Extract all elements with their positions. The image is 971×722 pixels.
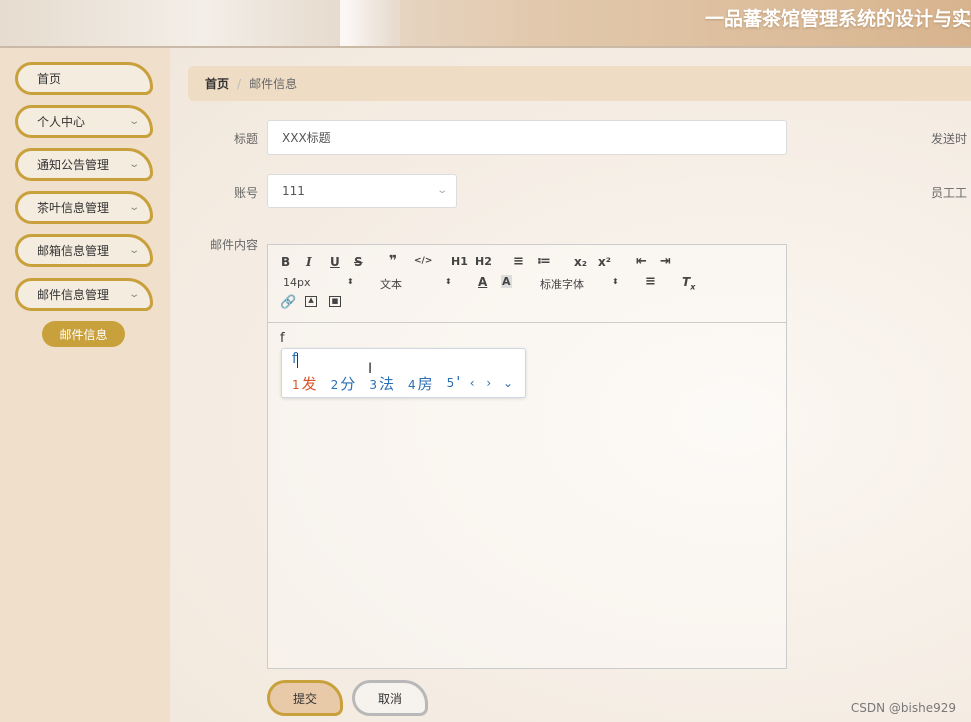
sidebar-item-label: 个人中心 xyxy=(37,115,86,129)
watermark: CSDN @bishe929 xyxy=(850,701,956,715)
chevron-down-icon: ⌄ xyxy=(127,289,140,300)
sidebar-item-mail-management[interactable]: 邮件信息管理 ⌄ xyxy=(15,278,153,311)
bullet-list-icon[interactable]: ≔ xyxy=(537,254,551,269)
account-select-value: 111 xyxy=(282,184,305,198)
sidebar-item-label: 首页 xyxy=(37,72,62,86)
font-family-select[interactable]: 标准字体 ⬍ xyxy=(540,276,625,292)
sidebar-item-label: 茶叶信息管理 xyxy=(37,201,110,215)
chevron-down-icon: ⌄ xyxy=(127,202,140,213)
subscript-icon[interactable]: x₂ xyxy=(574,255,587,269)
background-color-icon[interactable]: A xyxy=(501,275,512,288)
font-color-icon[interactable]: A xyxy=(478,275,487,289)
sidebar-item-label: 邮件信息管理 xyxy=(37,288,110,302)
heading1-icon[interactable]: H1 xyxy=(451,255,468,268)
main-content: 首页 / 邮件信息 标题 XXX标题 发送时 账号 111 ⌄ 员工工 邮件内容… xyxy=(170,48,971,722)
image-icon[interactable]: ▴ xyxy=(305,294,317,307)
indent-icon[interactable]: ⇥ xyxy=(660,254,671,269)
sidebar-item-label: 通知公告管理 xyxy=(37,158,110,172)
select-arrows-icon: ⬍ xyxy=(612,277,619,286)
link-icon[interactable]: 🔗 xyxy=(280,295,296,310)
send-time-label: 发送时 xyxy=(931,132,968,146)
header-image-highlight xyxy=(340,0,400,46)
sidebar-item-label: 邮箱信息管理 xyxy=(37,244,110,258)
ime-candidates: 1发 2分 3法 4房 5 ' xyxy=(292,373,474,394)
text-style-value: 文本 xyxy=(380,278,402,291)
italic-icon[interactable]: I xyxy=(306,255,312,269)
align-icon[interactable]: ≡ xyxy=(645,274,656,289)
breadcrumb-home[interactable]: 首页 xyxy=(205,75,229,92)
chevron-down-icon: ⌄ xyxy=(127,116,140,127)
font-family-value: 标准字体 xyxy=(540,278,584,291)
sidebar-item-home[interactable]: 首页 xyxy=(15,62,153,95)
breadcrumb-current: 邮件信息 xyxy=(249,77,298,91)
chevron-down-icon: ⌄ xyxy=(127,245,140,256)
ime-caret xyxy=(297,353,298,368)
ime-candidate[interactable]: 3法 xyxy=(369,373,394,394)
breadcrumb-separator: / xyxy=(237,76,242,91)
text-style-select[interactable]: 文本 ⬍ xyxy=(380,276,455,292)
ime-candidate-popup: f 1发 2分 3法 4房 5 ' ‹ › ⌄ xyxy=(281,348,526,398)
header-image xyxy=(0,0,340,46)
content-label: 邮件内容 xyxy=(209,238,258,252)
code-icon[interactable]: </> xyxy=(414,256,432,266)
sidebar-subitem-mail-info[interactable]: 邮件信息 xyxy=(42,321,125,347)
font-size-select[interactable]: 14px ⬍ xyxy=(283,276,358,289)
underline-icon[interactable]: U xyxy=(330,255,340,269)
editor-toolbar: B I U S ❞ </> H1 H2 ≡ ≔ x₂ x² ⇤ ⇥ 14px ⬍… xyxy=(268,245,786,323)
clear-format-icon[interactable]: Tx xyxy=(682,275,695,291)
chevron-down-icon: ⌄ xyxy=(435,185,448,196)
strike-icon[interactable]: S xyxy=(354,255,363,269)
chevron-down-icon: ⌄ xyxy=(127,159,140,170)
cancel-button[interactable]: 取消 xyxy=(352,680,428,716)
text-cursor-icon: I xyxy=(368,361,373,377)
ime-candidate[interactable]: 5 ' xyxy=(447,373,461,394)
heading2-icon[interactable]: H2 xyxy=(475,255,492,268)
blockquote-icon[interactable]: ❞ xyxy=(389,253,397,269)
title-label: 标题 xyxy=(233,132,258,146)
rich-text-editor: B I U S ❞ </> H1 H2 ≡ ≔ x₂ x² ⇤ ⇥ 14px ⬍… xyxy=(267,244,787,669)
breadcrumb: 首页 / 邮件信息 xyxy=(188,66,971,101)
account-label: 账号 xyxy=(233,186,258,200)
header-banner: 一品蕃茶馆管理系统的设计与实 xyxy=(0,0,971,48)
account-select[interactable]: 111 ⌄ xyxy=(267,174,457,208)
font-size-value: 14px xyxy=(283,276,311,289)
ime-candidate[interactable]: 2分 xyxy=(331,373,356,394)
sidebar-item-mailbox-management[interactable]: 邮箱信息管理 ⌄ xyxy=(15,234,153,267)
app-title: 一品蕃茶馆管理系统的设计与实 xyxy=(704,8,971,30)
ime-candidate[interactable]: 1发 xyxy=(292,373,317,394)
select-arrows-icon: ⬍ xyxy=(445,277,452,286)
sidebar-item-notice-management[interactable]: 通知公告管理 ⌄ xyxy=(15,148,153,181)
video-icon[interactable]: ▪ xyxy=(329,295,341,307)
employee-label: 员工工 xyxy=(931,186,968,200)
ime-candidate[interactable]: 4房 xyxy=(408,373,433,394)
outdent-icon[interactable]: ⇤ xyxy=(636,254,647,269)
ordered-list-icon[interactable]: ≡ xyxy=(513,254,524,269)
sidebar-item-tea-management[interactable]: 茶叶信息管理 ⌄ xyxy=(15,191,153,224)
sidebar-item-personal-center[interactable]: 个人中心 ⌄ xyxy=(15,105,153,138)
editor-typed-text: f xyxy=(280,331,285,346)
sidebar: 首页 个人中心 ⌄ 通知公告管理 ⌄ 茶叶信息管理 ⌄ 邮箱信息管理 ⌄ 邮件信… xyxy=(0,48,170,722)
ime-page-nav[interactable]: ‹ › ⌄ xyxy=(470,376,517,390)
title-input[interactable]: XXX标题 xyxy=(267,120,787,155)
bold-icon[interactable]: B xyxy=(281,255,290,269)
superscript-icon[interactable]: x² xyxy=(598,255,611,269)
submit-button[interactable]: 提交 xyxy=(267,680,343,716)
select-arrows-icon: ⬍ xyxy=(347,277,354,286)
